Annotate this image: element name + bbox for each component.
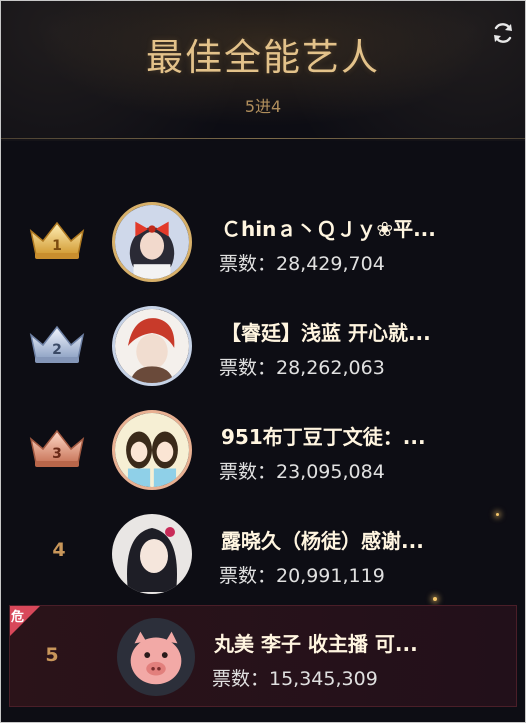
avatar[interactable] (112, 410, 192, 490)
page-title: 最佳全能艺人 (146, 36, 380, 79)
danger-badge-label: 危 (11, 610, 25, 625)
ranking-row[interactable]: 1 Ｃhinａ丶ＱＪｙ❀平... 票数：28,429,704 (9, 191, 517, 291)
contestant-name: Ｃhinａ丶ＱＪｙ❀平... (221, 217, 436, 241)
vote-count: 票数：15,345,309 (212, 668, 378, 690)
ranking-row[interactable]: 2 【睿廷】浅蓝 开心就... 票数：28,262,063 (9, 295, 517, 395)
round-subtitle: 5进4 (244, 97, 282, 116)
avatar[interactable] (112, 202, 192, 282)
ranking-row[interactable]: 4 露晓久（杨徒）感谢... 票数：20,991,119 (9, 503, 517, 603)
contestant-name: 丸美 李子 收主播 可... (214, 632, 418, 656)
contestant-name: 【睿廷】浅蓝 开心就... (221, 321, 431, 345)
avatar[interactable] (117, 618, 195, 696)
ranking-row-danger[interactable]: 危 5 丸美 李子 收主播 可... 票数：15,345,309 (9, 605, 517, 707)
rank-number: 4 (52, 539, 66, 561)
rank-3-number: 3 (52, 446, 62, 462)
header-divider (1, 138, 525, 139)
gold-crown-icon: 1 (29, 221, 85, 259)
ranking-panel: 最佳全能艺人 5进4 1 Ｃhinａ丶ＱＪｙ❀平... 票数：28,429,70… (0, 0, 526, 723)
vote-count: 票数：20,991,119 (219, 565, 385, 587)
contestant-name: 951布丁豆丁文徒：... (221, 425, 426, 449)
bronze-crown-icon: 3 (29, 429, 85, 467)
avatar[interactable] (112, 514, 192, 594)
vote-count: 票数：28,429,704 (219, 253, 385, 275)
avatar[interactable] (112, 306, 192, 386)
rank-2-number: 2 (52, 342, 62, 358)
rank-1-number: 1 (52, 238, 62, 254)
rank-number: 5 (45, 644, 59, 666)
ranking-row[interactable]: 3 951布丁豆丁文徒：... 票数：23,095,084 (9, 399, 517, 499)
vote-count: 票数：23,095,084 (219, 461, 385, 483)
refresh-icon[interactable] (491, 21, 515, 45)
header: 最佳全能艺人 5进4 (1, 1, 525, 138)
vote-count: 票数：28,262,063 (219, 357, 385, 379)
silver-crown-icon: 2 (29, 325, 85, 363)
contestant-name: 露晓久（杨徒）感谢... (221, 529, 424, 553)
